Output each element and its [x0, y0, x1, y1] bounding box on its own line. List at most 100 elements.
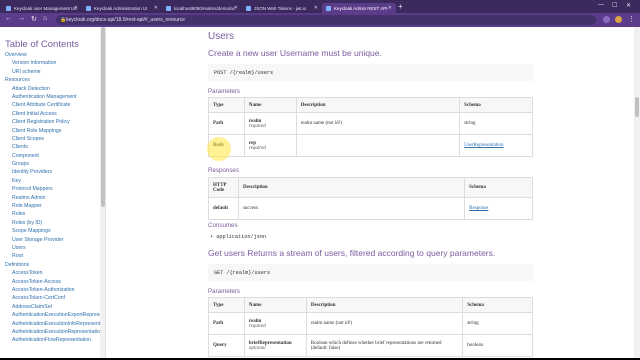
table-row: Path realm required realm name (not id!) …	[208, 112, 533, 135]
sidebar-item[interactable]: Roles (by ID)	[0, 219, 100, 227]
browser-toolbar: ← → ↻ ⌂ 🔒 keycloak.org/docs-api/18.0/res…	[0, 13, 640, 27]
param-required: required	[248, 145, 266, 151]
toc-list: Overview Version information URI scheme Res…	[0, 51, 100, 345]
response-description: success	[237, 197, 466, 220]
param-type: Path	[208, 312, 245, 335]
response-link[interactable]: Response	[469, 206, 488, 211]
sidebar-item[interactable]: AccessToken-Authorization	[0, 286, 100, 294]
sidebar-item[interactable]: AuthenticationExecutionRepresentation	[0, 328, 100, 336]
sidebar-item[interactable]: Clients	[0, 143, 100, 151]
get-endpoint: GET /{realm}/users	[208, 264, 533, 281]
close-tab-icon[interactable]: ✕	[314, 5, 318, 11]
param-name: briefRepresentation optional	[243, 334, 307, 357]
params-title: Parameters	[208, 288, 240, 295]
col-schema: Schema	[464, 177, 533, 198]
param-schema: string	[462, 312, 533, 335]
close-tab-icon[interactable]: ✕	[388, 5, 392, 11]
table-header-row: Type Name Description Schema	[208, 297, 533, 313]
minimize-icon[interactable]: —	[598, 2, 604, 8]
address-text: keycloak.org/docs-api/18.0/rest-api/#_us…	[66, 17, 185, 23]
sidebar-item[interactable]: Protocol Mappers	[0, 185, 100, 193]
main-content: Users Create a new user Username must be…	[106, 27, 640, 358]
user-representation-link[interactable]: UserRepresentation	[464, 143, 503, 148]
sidebar-item[interactable]: AccessToken-Access	[0, 278, 100, 286]
favicon-icon	[6, 6, 11, 11]
forward-icon[interactable]: →	[18, 15, 25, 22]
close-tab-icon[interactable]: ✕	[74, 5, 78, 11]
param-description: realm name (not id!)	[295, 112, 461, 135]
get-params-table: Type Name Description Schema Path realm r…	[208, 297, 533, 357]
col-schema: Schema	[462, 297, 533, 313]
sidebar-item[interactable]: AuthenticationExecutionExportRepresentat…	[0, 311, 100, 319]
params-title: Parameters	[208, 88, 240, 95]
col-http-code: HTTP Code	[208, 177, 239, 198]
sidebar-item[interactable]: URI scheme	[0, 68, 100, 76]
cursor-highlight	[207, 137, 231, 161]
response-code: default	[208, 197, 239, 220]
back-icon[interactable]: ←	[5, 15, 12, 22]
sidebar-scroll-thumb[interactable]	[101, 27, 105, 207]
profile-avatar-icon[interactable]	[615, 16, 622, 23]
maximize-icon[interactable]: ☐	[612, 2, 617, 9]
sidebar-item[interactable]: Definitions	[0, 261, 100, 269]
tab-strip: Keycloak user Management Us ✕ Keycloak Ad…	[0, 0, 640, 13]
extension-icon[interactable]	[603, 16, 610, 23]
new-tab-icon[interactable]: +	[398, 2, 403, 11]
sidebar-item[interactable]: AccessToken-CertConf	[0, 294, 100, 302]
main-scroll-thumb[interactable]	[635, 97, 639, 117]
table-header-row: HTTP Code Description Schema	[208, 177, 533, 198]
param-name: realm required	[243, 312, 307, 335]
sidebar-item[interactable]: Client Role Mappings	[0, 127, 100, 135]
close-tab-icon[interactable]: ✕	[154, 5, 158, 11]
menu-icon[interactable]: ⋮	[628, 15, 635, 23]
browser-tab[interactable]: JSON Web Tokens - jwt.io ✕	[242, 3, 322, 13]
sidebar-item[interactable]: Root	[0, 252, 100, 260]
sidebar-item[interactable]: Client Registration Policy	[0, 118, 100, 126]
create-endpoint: POST /{realm}/users	[208, 64, 533, 81]
sidebar-item[interactable]: Client Initial Access	[0, 110, 100, 118]
col-schema: Schema	[459, 97, 533, 113]
sidebar-item[interactable]: Key	[0, 177, 100, 185]
sidebar-item[interactable]: Client Attribute Certificate	[0, 101, 100, 109]
sidebar-item[interactable]: AuthenticationExecutionInfoRepresentatio…	[0, 320, 100, 328]
browser-tab[interactable]: localhost8090/realms/demo/ac ✕	[162, 3, 242, 13]
browser-tab-active[interactable]: Keycloak Admin REST API ✕	[322, 3, 396, 13]
sidebar-item[interactable]: Version information	[0, 59, 100, 67]
sidebar-item[interactable]: Scope Mappings	[0, 227, 100, 235]
sidebar-item[interactable]: Resources	[0, 76, 100, 84]
col-type: Type	[208, 297, 245, 313]
sidebar-item[interactable]: AccessToken	[0, 269, 100, 277]
sidebar-item[interactable]: Role Mapper	[0, 202, 100, 210]
sidebar-item[interactable]: Identity Providers	[0, 168, 100, 176]
param-schema: boolean	[462, 334, 533, 357]
sidebar-item[interactable]: AuthenticationFlowRepresentation	[0, 336, 100, 344]
create-user-title: Create a new user Username must be uniqu…	[208, 48, 382, 58]
sidebar-item[interactable]: Attack Detection	[0, 85, 100, 93]
sidebar-item[interactable]: AddressClaimSet	[0, 303, 100, 311]
sidebar-item[interactable]: Roles	[0, 210, 100, 218]
sidebar-item[interactable]: User Storage Provider	[0, 236, 100, 244]
main-scrollbar[interactable]	[634, 27, 640, 358]
param-name-text: realm	[248, 318, 262, 324]
sidebar-item[interactable]: Overview	[0, 51, 100, 59]
browser-tab[interactable]: Keycloak Administration UI ✕	[82, 3, 162, 13]
reload-icon[interactable]: ↻	[31, 15, 37, 23]
close-window-icon[interactable]: ✕	[626, 2, 631, 9]
home-icon[interactable]: ⌂	[43, 15, 47, 22]
param-name-text: realm	[248, 118, 262, 124]
tab-label: localhost8090/realms/demo/ac	[174, 6, 236, 11]
sidebar-item[interactable]: Groups	[0, 160, 100, 168]
sidebar-item[interactable]: Realms Admin	[0, 194, 100, 202]
close-tab-icon[interactable]: ✕	[234, 5, 238, 11]
consumes-title: Consumes	[208, 222, 238, 229]
sidebar-item[interactable]: Client Scopes	[0, 135, 100, 143]
browser-tab[interactable]: Keycloak user Management Us ✕	[2, 3, 82, 13]
favicon-icon	[166, 6, 171, 11]
param-name-text: rep	[248, 140, 257, 146]
sidebar-item[interactable]: Component	[0, 152, 100, 160]
col-description: Description	[295, 97, 461, 113]
address-bar[interactable]: 🔒 keycloak.org/docs-api/18.0/rest-api/#_…	[56, 15, 596, 25]
browser-window: Keycloak user Management Us ✕ Keycloak Ad…	[0, 0, 640, 358]
sidebar-item[interactable]: Users	[0, 244, 100, 252]
sidebar-item[interactable]: Authentication Management	[0, 93, 100, 101]
